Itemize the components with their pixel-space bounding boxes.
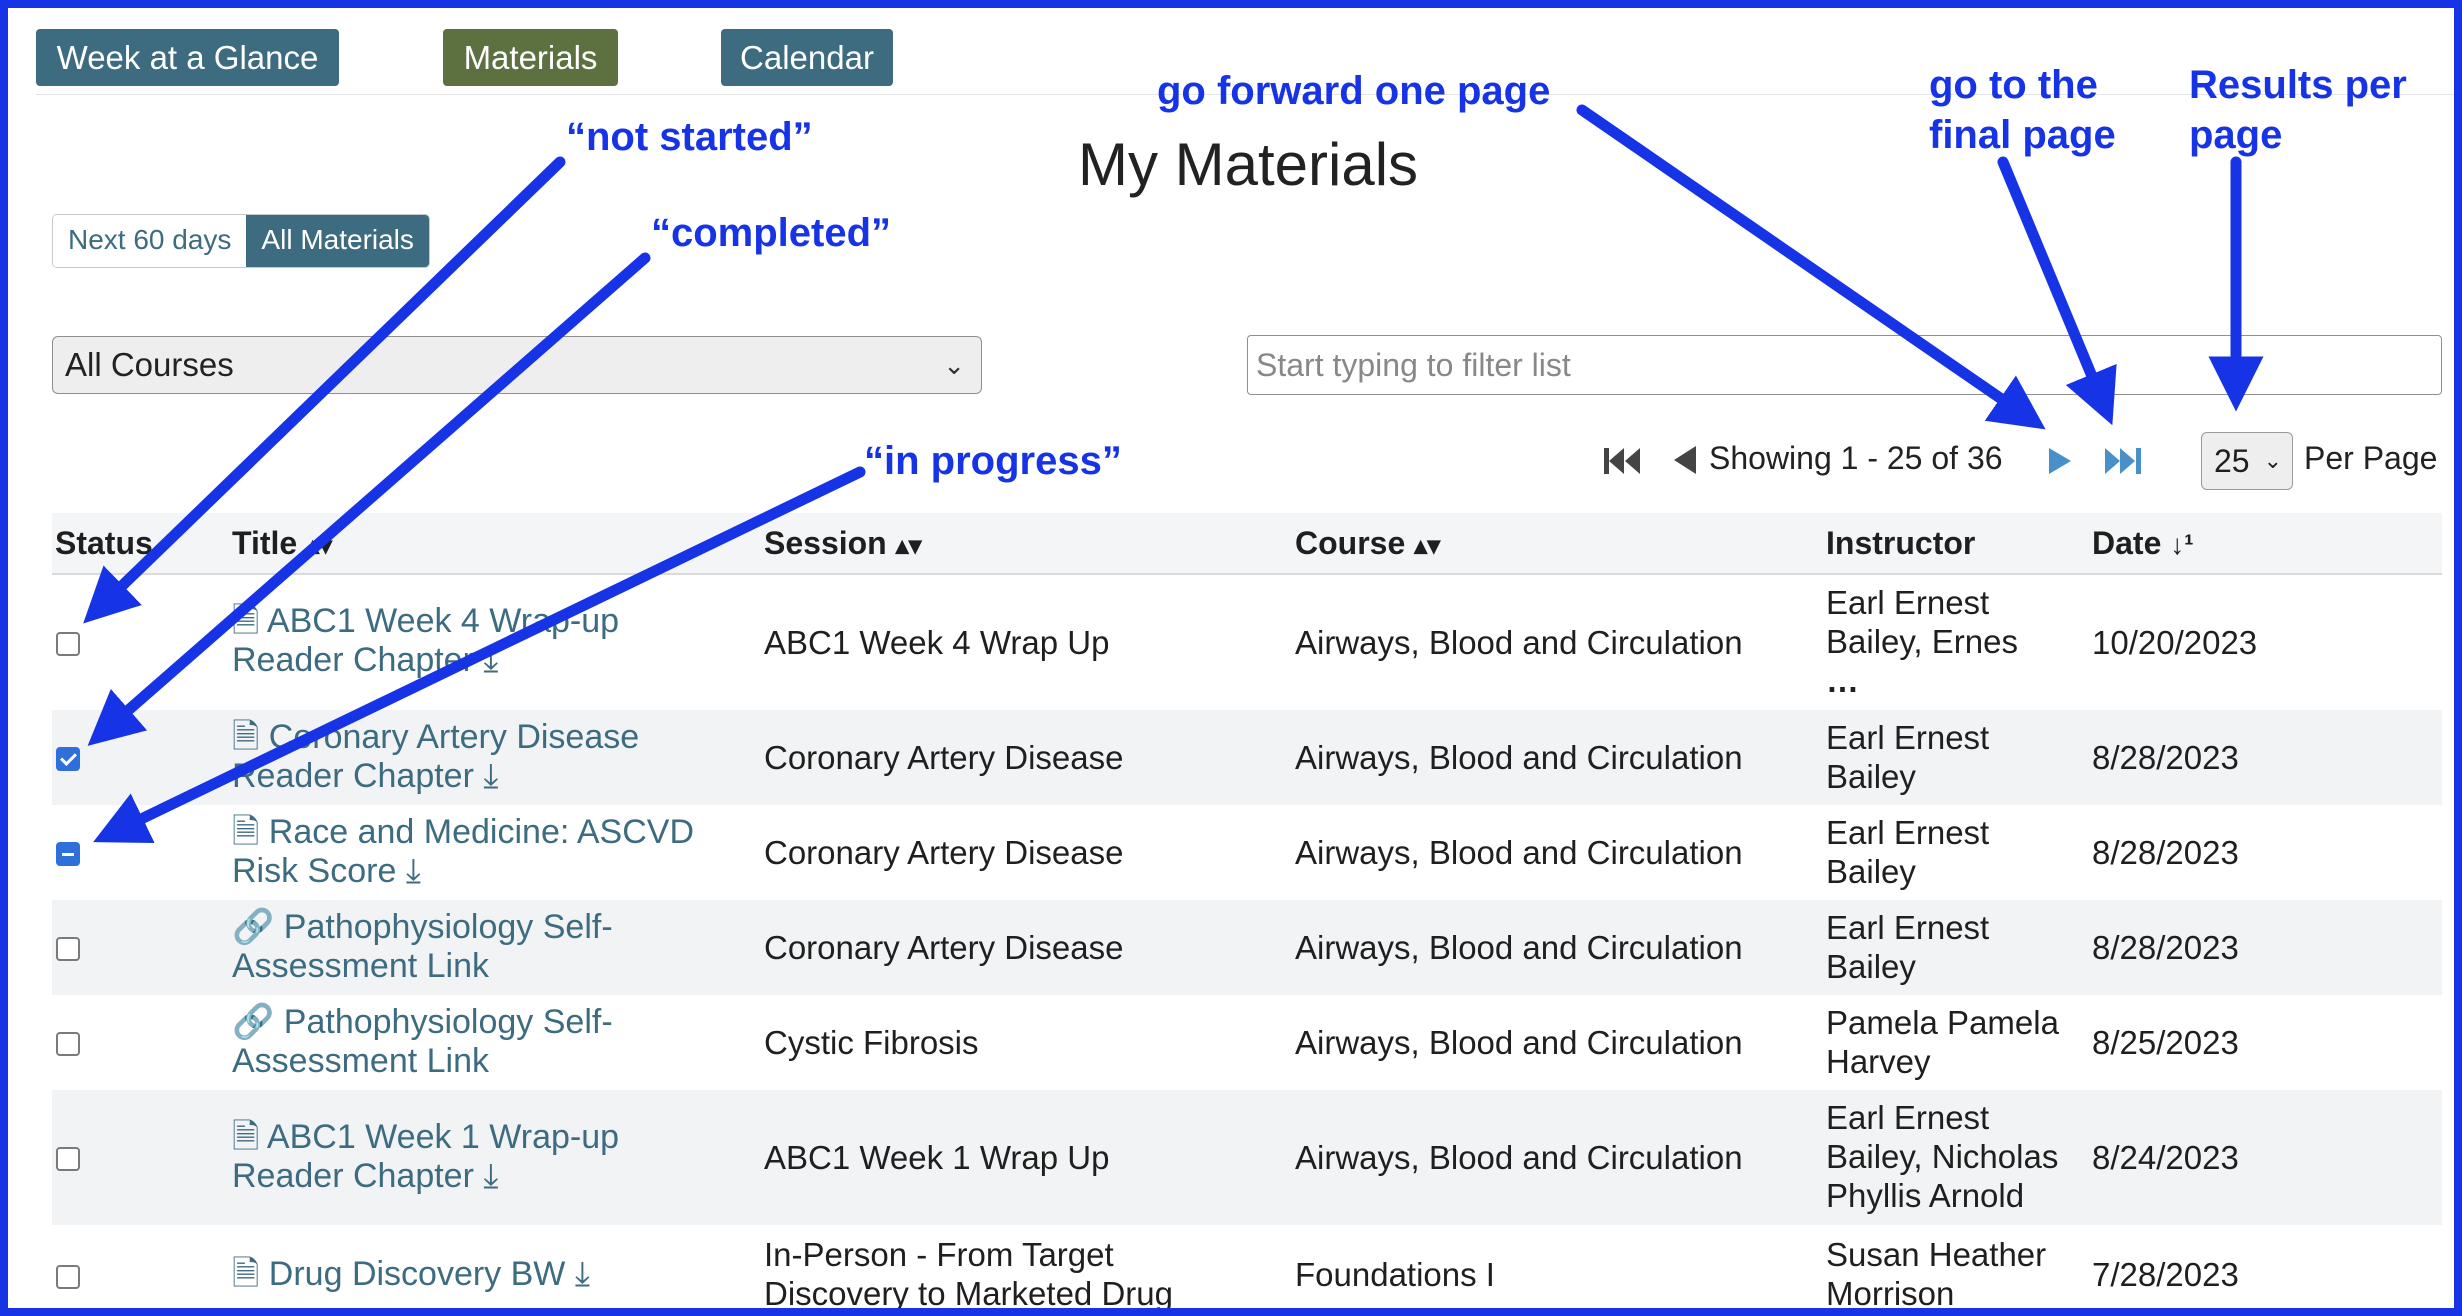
annotation-completed: “completed” — [651, 211, 892, 255]
arrow-final-page — [1997, 156, 2117, 426]
annotation-line: Results per — [2189, 63, 2407, 107]
annotation-results-per-page: Results per page — [2189, 60, 2407, 160]
annotation-line: final page — [1929, 113, 2116, 157]
annotation-final-page: go to the final page — [1929, 60, 2116, 160]
arrow-in-progress — [93, 466, 866, 844]
annotation-forward: go forward one page — [1157, 69, 1551, 113]
annotation-not-started: “not started” — [566, 115, 813, 159]
annotation-line: go to the — [1929, 63, 2098, 107]
annotation-line: page — [2189, 113, 2283, 157]
annotation-arrows — [83, 104, 2264, 844]
annotation-in-progress: “in progress” — [864, 439, 1122, 483]
arrow-completed — [87, 252, 651, 746]
